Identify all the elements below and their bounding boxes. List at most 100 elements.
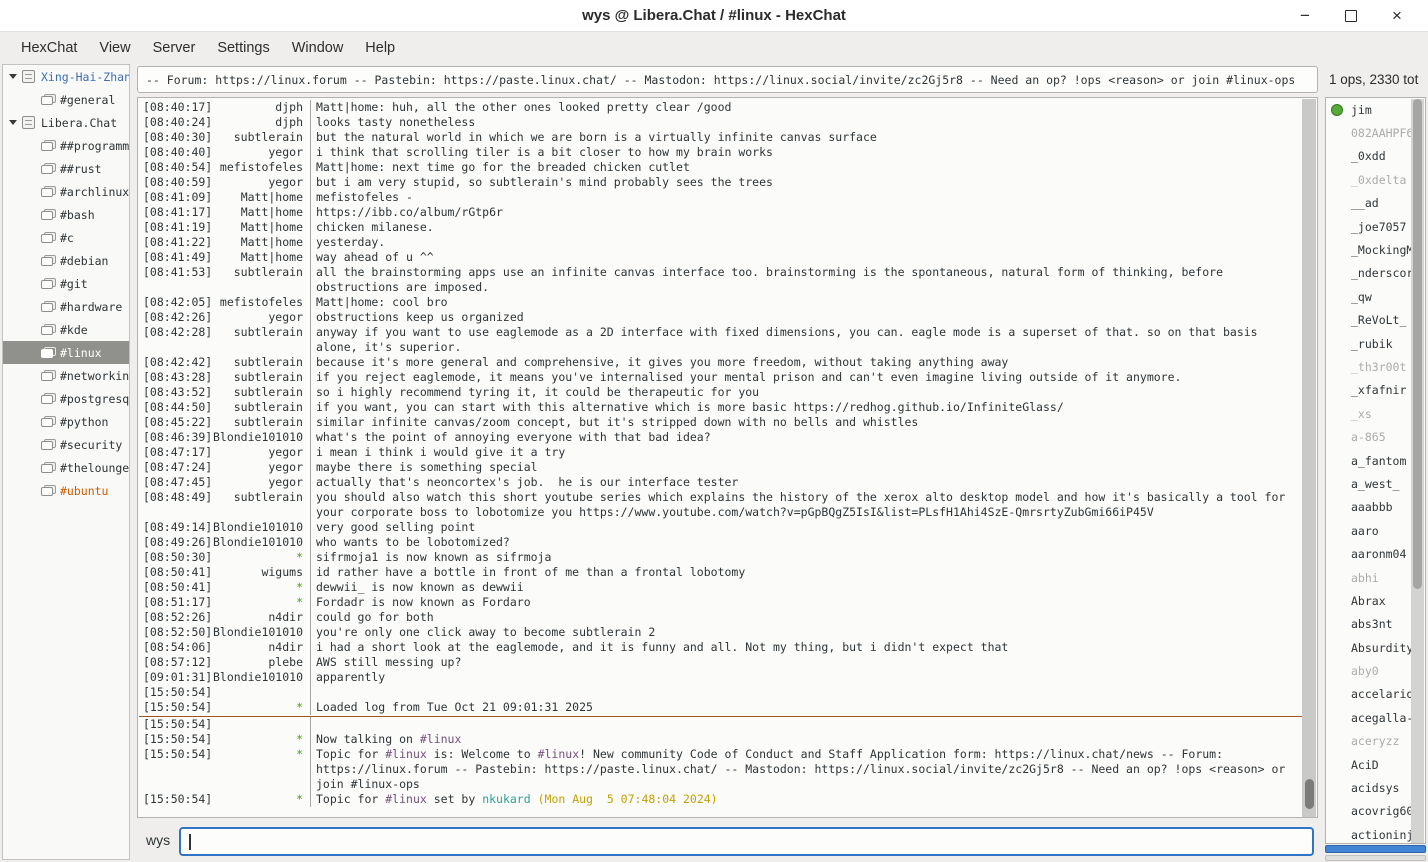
message-nick: * [207, 732, 303, 747]
message-row: [08:41:17]Matt|homehttps://ibb.co/album/… [139, 205, 1302, 220]
channel-row-git[interactable]: #git [3, 272, 129, 295]
minimize-icon[interactable]: − [1282, 0, 1328, 32]
message-nick: djph [207, 115, 303, 130]
message-segment: so i highly recommend tyring it, it coul… [316, 385, 759, 399]
channel-row-debian[interactable]: #debian [3, 249, 129, 272]
message-segment: AWS still messing up? [316, 655, 461, 669]
channel-row-linux[interactable]: #linux [3, 341, 129, 364]
chat-scrollbar-thumb[interactable] [1305, 779, 1314, 809]
nick-label: wys [146, 832, 170, 848]
message-text: i had a short look at the eaglemode, and… [310, 640, 1302, 655]
window-titlebar: wys @ Libera.Chat / #linux - HexChat − × [0, 0, 1428, 32]
expander-icon[interactable] [9, 120, 17, 125]
message-segment: looks tasty nonetheless [316, 115, 475, 129]
tree-label: #c [60, 231, 74, 245]
message-nick: Matt|home [207, 235, 303, 250]
channel-row-archlinux[interactable]: #archlinux [3, 180, 129, 203]
timestamp: [08:43:52] [139, 385, 207, 400]
menu-item-server[interactable]: Server [142, 36, 207, 60]
channel-row-c[interactable]: #c [3, 226, 129, 249]
message-nick: subtlerain [207, 400, 303, 415]
menu-item-view[interactable]: View [88, 36, 141, 60]
menu-item-window[interactable]: Window [281, 36, 355, 60]
timestamp: [08:40:40] [139, 145, 207, 160]
tree-label: #bash [60, 208, 95, 222]
message-row: [08:47:17]yegori mean i think i would gi… [139, 445, 1302, 460]
message-nick: yegor [207, 475, 303, 490]
message-segment: dewwii_ is now known as dewwii [316, 580, 524, 594]
menu-item-settings[interactable]: Settings [206, 36, 280, 60]
throttle-meter [1325, 855, 1426, 861]
channel-row-security[interactable]: #security [3, 433, 129, 456]
timestamp: [08:51:17] [139, 595, 207, 610]
message-text: Matt|home: huh, all the other ones looke… [310, 100, 1302, 115]
message-segment: way ahead of u ^^ [316, 250, 434, 264]
message-nick: yegor [207, 445, 303, 460]
message-nick: subtlerain [207, 325, 303, 355]
message-input[interactable] [179, 827, 1314, 856]
channel-row-programming[interactable]: ##programming [3, 134, 129, 157]
message-segment: all the brainstorming apps use an infini… [316, 265, 1230, 294]
server-row-xing-hai-zhan[interactable]: Xing-Hai-Zhan [3, 65, 129, 88]
message-row: [08:41:49]Matt|homeway ahead of u ^^ [139, 250, 1302, 265]
channel-row-thelounge[interactable]: #thelounge [3, 456, 129, 479]
message-nick: yegor [207, 310, 303, 325]
message-row: [08:42:26]yegorobstructions keep us orga… [139, 310, 1302, 325]
message-text: who wants to be lobotomized? [310, 535, 1302, 550]
message-text [310, 717, 1302, 732]
maximize-box-glyph [1345, 10, 1357, 22]
channel-icon [41, 485, 55, 496]
channel-row-bash[interactable]: #bash [3, 203, 129, 226]
userlist-scrollbar-thumb[interactable] [1413, 99, 1422, 589]
message-text: similar infinite canvas/zoom concept, bu… [310, 415, 1302, 430]
user-name: _xs [1351, 407, 1372, 421]
message-nick [207, 685, 303, 700]
message-row: [08:40:24]djphlooks tasty nonetheless [139, 115, 1302, 130]
user-name: aby0 [1351, 664, 1379, 678]
message-segment: id rather have a bottle in front of me t… [316, 565, 745, 579]
userlist-scrollbar[interactable] [1411, 99, 1424, 844]
server-row-libera-chat[interactable]: Libera.Chat [3, 111, 129, 134]
message-segment: could go for both [316, 610, 434, 624]
channel-row-python[interactable]: #python [3, 410, 129, 433]
message-row: [15:50:54]*Now talking on #linux [139, 732, 1302, 747]
message-segment: if you want, you can start with this alt… [316, 400, 1064, 414]
message-segment: Fordadr is now known as Fordaro [316, 595, 531, 609]
timestamp: [08:44:50] [139, 400, 207, 415]
expander-icon[interactable] [9, 74, 17, 79]
channel-row-networking[interactable]: #networking [3, 364, 129, 387]
menu-item-hexchat[interactable]: HexChat [10, 36, 88, 60]
message-text: you're only one click away to become sub… [310, 625, 1302, 640]
channel-row-kde[interactable]: #kde [3, 318, 129, 341]
chat-scrollbar[interactable] [1302, 99, 1316, 818]
menu-item-help[interactable]: Help [354, 36, 406, 60]
timestamp: [08:42:26] [139, 310, 207, 325]
message-segment: i think that scrolling tiler is a bit cl… [316, 145, 773, 159]
message-text: because it's more general and comprehens… [310, 355, 1302, 370]
message-text: i think that scrolling tiler is a bit cl… [310, 145, 1302, 160]
user-name: _qw [1351, 290, 1372, 304]
maximize-icon[interactable] [1328, 0, 1374, 32]
channel-row-postgresql[interactable]: #postgresql [3, 387, 129, 410]
message-nick: Blondie101010 [207, 625, 303, 640]
user-name: 082AAHPF6 [1351, 126, 1413, 140]
channel-row-general[interactable]: #general [3, 88, 129, 111]
timestamp: [08:52:26] [139, 610, 207, 625]
message-nick: subtlerain [207, 385, 303, 400]
timestamp: [08:49:26] [139, 535, 207, 550]
topic-bar[interactable]: -- Forum: https://linux.forum -- Pastebi… [137, 66, 1318, 93]
message-row: [08:44:50]subtlerain if you want, you can… [139, 400, 1302, 415]
tree-label: #git [60, 277, 88, 291]
message-nick: Blondie101010 [207, 520, 303, 535]
channel-row-hardware[interactable]: #hardware [3, 295, 129, 318]
channel-row-rust[interactable]: ##rust [3, 157, 129, 180]
channel-icon [41, 255, 55, 266]
channel-row-ubuntu[interactable]: #ubuntu [3, 479, 129, 502]
chat-messages: [08:40:17]djphMatt|home: huh, all the ot… [139, 100, 1302, 807]
message-nick [207, 717, 303, 732]
message-nick: Matt|home [207, 250, 303, 265]
message-nick: subtlerain [207, 355, 303, 370]
message-row: [08:45:22]subtlerainsimilar infinite can… [139, 415, 1302, 430]
tree-label: #thelounge [60, 461, 129, 475]
close-icon[interactable]: × [1374, 0, 1420, 32]
